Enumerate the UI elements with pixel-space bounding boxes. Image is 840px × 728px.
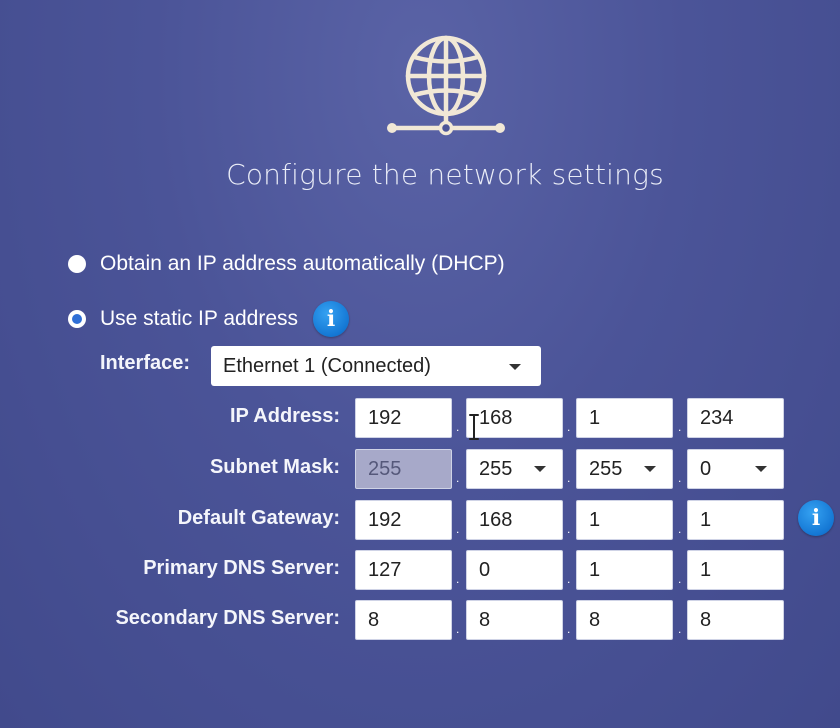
dns1-octet-4[interactable]: 1: [687, 550, 784, 590]
separator-dot: .: [567, 622, 571, 636]
separator-dot: .: [678, 572, 682, 586]
ip-octet-1[interactable]: 192: [355, 398, 452, 438]
dhcp-option[interactable]: Obtain an IP address automatically (DHCP…: [68, 249, 505, 279]
dns1-octet-4-value: 1: [700, 558, 712, 581]
gateway-label: Default Gateway:: [177, 507, 340, 529]
separator-dot: .: [456, 572, 460, 586]
chevron-down-icon: [755, 466, 767, 472]
separator-dot: .: [456, 471, 460, 485]
subnet-octet-1: 255: [355, 449, 452, 489]
ip-octet-2-value: 168: [479, 406, 513, 429]
ip-octet-2[interactable]: 168: [466, 398, 563, 438]
dns2-octet-4[interactable]: 8: [687, 600, 784, 640]
dns1-octet-1-value: 127: [368, 558, 402, 581]
subnet-octet-3-value: 255: [589, 457, 623, 480]
dns2-octet-4-value: 8: [700, 608, 712, 631]
dns2-octet-1-value: 8: [368, 608, 380, 631]
info-glyph: i: [326, 306, 336, 332]
dns2-octet-2[interactable]: 8: [466, 600, 563, 640]
dns1-octet-2[interactable]: 0: [466, 550, 563, 590]
chevron-down-icon: [509, 364, 521, 370]
separator-dot: .: [567, 572, 571, 586]
separator-dot: .: [678, 522, 682, 536]
subnet-octet-2-select[interactable]: 255: [466, 449, 563, 489]
separator-dot: .: [456, 522, 460, 536]
dns1-octet-1[interactable]: 127: [355, 550, 452, 590]
ip-octet-3-value: 1: [589, 406, 601, 429]
info-glyph: i: [811, 505, 821, 531]
gateway-octet-2[interactable]: 168: [466, 500, 563, 540]
subnet-octet-4-select[interactable]: 0: [687, 449, 784, 489]
dhcp-label: Obtain an IP address automatically (DHCP…: [100, 252, 505, 275]
dns1-octet-3-value: 1: [589, 558, 601, 581]
interface-value: Ethernet 1 (Connected): [223, 354, 431, 377]
gateway-octet-1-value: 192: [368, 508, 402, 531]
gateway-info-icon[interactable]: i: [798, 500, 834, 536]
static-ip-option[interactable]: Use static IP address i: [68, 301, 350, 337]
separator-dot: .: [678, 471, 682, 485]
chevron-down-icon: [534, 466, 546, 472]
ip-octet-4-value: 234: [700, 406, 734, 429]
dns1-octet-2-value: 0: [479, 558, 491, 581]
gateway-octet-3-value: 1: [589, 508, 601, 531]
ip-address-label: IP Address:: [229, 405, 340, 427]
subnet-octet-3-select[interactable]: 255: [576, 449, 673, 489]
interface-label: Interface:: [100, 352, 191, 374]
secondary-dns-label: Secondary DNS Server:: [115, 607, 340, 629]
gateway-octet-2-value: 168: [479, 508, 513, 531]
text-cursor-icon: [469, 414, 479, 440]
subnet-octet-1-value: 255: [368, 457, 402, 480]
globe-network-icon: [387, 35, 505, 136]
dhcp-radio[interactable]: [68, 255, 86, 273]
subnet-mask-label: Subnet Mask:: [209, 456, 340, 478]
gateway-octet-1[interactable]: 192: [355, 500, 452, 540]
separator-dot: .: [456, 420, 460, 434]
ip-octet-1-value: 192: [368, 406, 402, 429]
separator-dot: .: [567, 471, 571, 485]
separator-dot: .: [456, 622, 460, 636]
subnet-octet-4-value: 0: [700, 457, 712, 480]
gateway-octet-4-value: 1: [700, 508, 712, 531]
interface-select[interactable]: Ethernet 1 (Connected): [211, 346, 541, 386]
static-ip-label: Use static IP address: [100, 307, 299, 330]
ip-octet-3[interactable]: 1: [576, 398, 673, 438]
static-ip-radio[interactable]: [68, 310, 86, 328]
primary-dns-label: Primary DNS Server:: [143, 557, 340, 579]
dns2-octet-1[interactable]: 8: [355, 600, 452, 640]
info-icon[interactable]: i: [313, 301, 350, 337]
dns2-octet-3[interactable]: 8: [576, 600, 673, 640]
gateway-octet-4[interactable]: 1: [687, 500, 784, 540]
separator-dot: .: [678, 622, 682, 636]
ip-octet-4[interactable]: 234: [687, 398, 784, 438]
page-title: Configure the network settings: [226, 158, 664, 191]
dns2-octet-2-value: 8: [479, 608, 491, 631]
gateway-octet-3[interactable]: 1: [576, 500, 673, 540]
chevron-down-icon: [644, 466, 656, 472]
subnet-octet-2-value: 255: [479, 457, 513, 480]
separator-dot: .: [678, 420, 682, 434]
dns1-octet-3[interactable]: 1: [576, 550, 673, 590]
separator-dot: .: [567, 420, 571, 434]
dns2-octet-3-value: 8: [589, 608, 601, 631]
separator-dot: .: [567, 522, 571, 536]
